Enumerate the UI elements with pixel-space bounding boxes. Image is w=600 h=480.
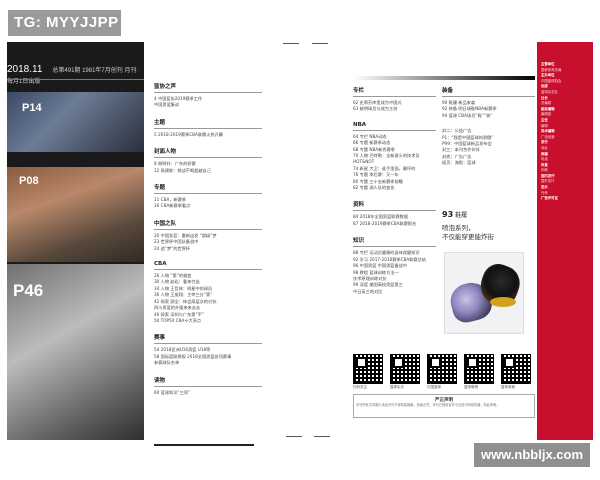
masthead-line: 广告许可证: [541, 196, 558, 201]
toc-item: 60 篮球知识“三项”: [154, 389, 191, 395]
toc-section: NBA 64 专栏 NBA动态 66 专题 新赛季动态 68 专题 NBA新秀赛季 70…: [353, 122, 436, 192]
toc-item: 12 易建联：挑战不断超越自己: [154, 167, 211, 173]
feature-slogan: 喷泡系列， 不仅能穿更能炸街: [442, 224, 494, 241]
toc-item: 16 CBA新赛季看点: [154, 203, 191, 209]
qr-code: [353, 354, 383, 384]
toc-section: CBA 26 人物 “第”的蜕变 30 人物 赵岩：看来付出 34 人物 王哲林：明星…: [154, 261, 262, 324]
toc-section: 封二：公益广告 P1：“我是中国篮球的骄傲” P99：中国篮球新品发布会 封三：本刊合…: [442, 128, 535, 166]
divider: [154, 444, 254, 446]
toc-section: 读物 60 篮球知识“三项”: [154, 376, 262, 396]
toc-section-title: 赛事: [154, 333, 262, 345]
right-page: 专栏 62 史蒂芬库里成为中国式 63 姚明球员与成为主创 NBA 64 专栏 NBA动…: [353, 42, 535, 440]
qr-caption: 篮球商城: [501, 385, 515, 389]
toc-section: 专栏 62 史蒂芬库里成为中国式 63 姚明球员与成为主创: [353, 86, 436, 113]
watermark-top: TG: MYYJJPP: [8, 10, 121, 36]
toc-item: 5 2018-2019赛季CBA联赛火热开幕: [154, 131, 223, 137]
qr-caption: 篮球杂志: [390, 385, 404, 389]
watermark-bottom: www.nbbljx.com: [474, 443, 590, 467]
toc-section-title: 资料: [353, 200, 436, 212]
qr-code: [390, 354, 420, 384]
toc-section: 主题 5 2018-2019赛季CBA联赛火热开幕: [154, 118, 262, 138]
photo-page-label: P14: [22, 102, 42, 114]
toc-section: 资料 84 2018年全国男篮联赛数据 87 2018-2019赛季CBA联赛报名: [353, 200, 436, 227]
toc-section-title: 知识: [353, 236, 436, 248]
toc-section: 赛事 54 2018亚洲U16男篮 U18等 58 国际篮联周报 2018全国男篮各…: [154, 333, 262, 366]
toc-section: 篮协之声 4 中国篮协2019赛季工作 中国男篮集训: [154, 82, 262, 109]
toc-section-title: 专栏: [353, 86, 436, 97]
qr-caption: 篮球微博: [464, 385, 478, 389]
toc-section-title: 篮协之声: [154, 82, 262, 93]
table-of-contents-left: 篮协之声 4 中国篮协2019赛季工作 中国男篮集训主题 5 2018-2019赛季C…: [154, 82, 262, 405]
crop-mark: [283, 43, 299, 44]
qr-caption: 中国篮球: [427, 385, 441, 389]
toc-section: 专题 11 CBA，新赛季 16 CBA新赛季看点: [154, 183, 262, 210]
crop-mark: [286, 436, 302, 437]
statement-box: 严正声明 本刊所有文章图片未经许可不得转载摘编，违者必究。本刊已授权合作平台进行…: [353, 394, 535, 418]
toc-section-title: 读物: [154, 376, 262, 387]
toc-section-title: 中国之队: [154, 219, 262, 230]
toc-section-title: 主题: [154, 118, 262, 129]
qr-code: [427, 354, 457, 384]
gradient-bar: [353, 76, 535, 80]
divider: [7, 79, 144, 80]
photo-page-label: P08: [19, 175, 39, 187]
toc-item: 中日英三地对比: [353, 288, 383, 294]
photo-page-label: P46: [13, 281, 44, 300]
issue-date: 2018.11 总第491期 1981年7月创刊 月刊·每月1日出版: [7, 64, 139, 85]
toc-item: 94 篮球 CBA球员“鞋”“装”: [442, 112, 493, 118]
toc-section: 中国之队 20 中国女篮：重新出发 “超级”梦 23 世界杯中国队备战中 24 追“梦…: [154, 219, 262, 252]
masthead-red-strip: 主管单位 国家体育总局 主办单位 中国篮球协会 出版 篮球杂志社 社长 总编辑 副总编辑 编辑部主…: [537, 42, 593, 440]
qr-code-row: 扫码关注 篮球杂志 中国篮球 篮球微博 篮球商城: [353, 354, 535, 389]
toc-section: 知识 88 专栏 运动员健康的身体保健知识 92 学习 2017-2018赛季CBA…: [353, 236, 436, 295]
toc-item: 82 专题 湖人队的变化: [353, 185, 395, 191]
toc-section: 装备 90 鞋履 新品来袭 92 装备 明日球鞋NBA新赛季 94 篮球 CBA球员“…: [442, 86, 535, 119]
toc-section-title: 专题: [154, 183, 262, 195]
toc-section: 封面人物 8 胡明轩：广东的骄傲 12 易建联：挑战不断超越自己: [154, 147, 262, 174]
toc-section-title: NBA: [353, 122, 436, 131]
photo-player-1: [7, 92, 144, 152]
qr-code: [501, 354, 531, 384]
toc-section-title: 封面人物: [154, 147, 262, 159]
toc-item: 50 TOP50 CBA十大亮点: [154, 317, 202, 323]
left-page: 2018.11 总第491期 1981年7月创刊 月刊·每月1日出版 P14 P0…: [7, 42, 262, 446]
qr-code: [464, 354, 494, 384]
toc-item: 中国男篮集训: [154, 102, 180, 108]
table-of-contents-col-a: 专栏 62 史蒂芬库里成为中国式 63 姚明球员与成为主创 NBA 64 专栏 NBA动…: [353, 86, 436, 304]
toc-item: 插页：海报：篮球: [442, 160, 476, 166]
crop-mark: [312, 43, 328, 44]
toc-item: 63 姚明球员与成为主创: [353, 106, 398, 112]
feature-page-number: 93 鞋履: [442, 210, 468, 219]
sneaker-photo: [444, 252, 524, 334]
toc-item: 24 追“梦”的世界杯: [154, 245, 191, 251]
table-of-contents-col-b: 装备 90 鞋履 新品来袭 92 装备 明日球鞋NBA新赛季 94 篮球 CBA球员“…: [442, 86, 535, 176]
cover-photo-column: 2018.11 总第491期 1981年7月创刊 月刊·每月1日出版 P14 P0…: [7, 42, 144, 440]
toc-item: 87 2018-2019赛季CBA联赛报名: [353, 220, 417, 226]
toc-item: 参赛球队名单: [154, 360, 180, 366]
toc-section-title: CBA: [154, 261, 262, 271]
qr-caption: 扫码关注: [353, 385, 367, 389]
toc-section-title: 装备: [442, 86, 535, 97]
crop-mark: [314, 436, 330, 437]
